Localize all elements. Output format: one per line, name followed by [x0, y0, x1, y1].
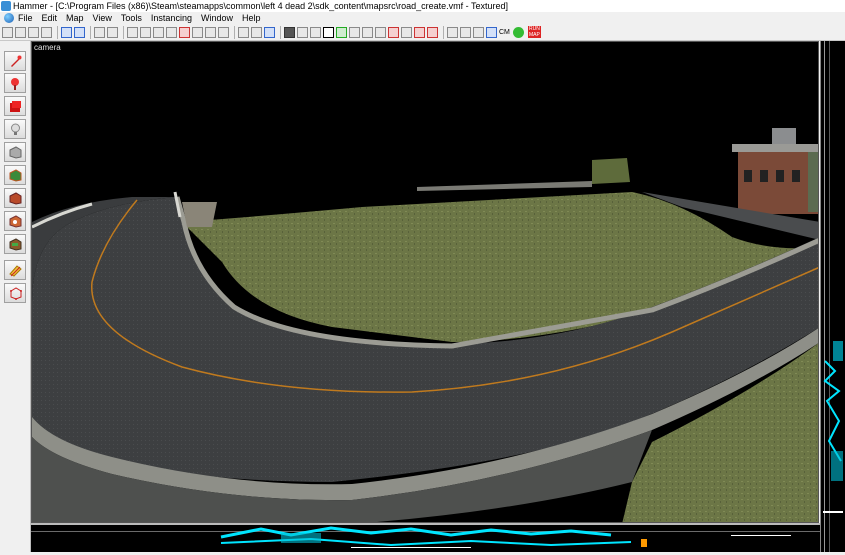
entity-report-icon[interactable]: [447, 26, 458, 38]
toggle-light-preview-icon[interactable]: [427, 26, 438, 38]
document-globe-icon[interactable]: [4, 13, 14, 23]
right-2d-view[interactable]: [820, 41, 845, 552]
overlay-tool-button[interactable]: [4, 234, 26, 254]
toolbar-separator: [57, 25, 58, 39]
decal-cube-icon: [9, 215, 22, 228]
hide-icon[interactable]: [153, 26, 164, 38]
bottom-wireframe: [31, 526, 820, 548]
texture-scale-lock-icon[interactable]: [192, 26, 203, 38]
entity-tool-button[interactable]: [4, 119, 26, 139]
vertex-icon: [10, 287, 22, 300]
redo-icon[interactable]: [107, 26, 118, 38]
transform-icon[interactable]: [486, 26, 497, 38]
ungroup-icon[interactable]: [140, 26, 151, 38]
menu-file[interactable]: File: [18, 13, 33, 23]
camera-tool-button[interactable]: [4, 96, 26, 116]
toggle-select-by-handles-icon[interactable]: [323, 26, 334, 38]
magnify-icon: [11, 78, 19, 90]
toggle-model-fade-icon[interactable]: [284, 26, 295, 38]
menu-tools[interactable]: Tools: [121, 13, 142, 23]
ignore-groups-icon[interactable]: [362, 26, 373, 38]
menu-bar: File Edit Map View Tools Instancing Wind…: [0, 12, 845, 24]
toggle-texture-icon[interactable]: [388, 26, 399, 38]
overlay-cube-icon: [9, 238, 22, 251]
cut-icon[interactable]: [238, 26, 249, 38]
right-wireframe: [823, 41, 843, 552]
grid-3d-icon[interactable]: [41, 26, 52, 38]
grid-icon[interactable]: [2, 26, 13, 38]
carve-icon[interactable]: [205, 26, 216, 38]
check-map-icon[interactable]: [460, 26, 471, 38]
toggle-cordon-icon[interactable]: [336, 26, 347, 38]
map-properties-icon[interactable]: [473, 26, 484, 38]
menu-window[interactable]: Window: [201, 13, 233, 23]
main-toolbar: CM RUN MAP: [0, 24, 845, 41]
texture-cube-icon: [9, 169, 22, 182]
cubemap-button[interactable]: CM: [499, 29, 510, 36]
flip-icon[interactable]: [375, 26, 386, 38]
menu-view[interactable]: View: [93, 13, 112, 23]
grid-smaller-icon[interactable]: [15, 26, 26, 38]
tie-to-entity-icon[interactable]: [166, 26, 177, 38]
toolbar-separator: [443, 25, 444, 39]
menu-map[interactable]: Map: [66, 13, 84, 23]
toggle-2d-models-icon[interactable]: [310, 26, 321, 38]
viewport-label[interactable]: camera: [34, 43, 61, 52]
stone-pad: [182, 202, 217, 227]
copy-icon[interactable]: [251, 26, 262, 38]
toggle-helpers-icon[interactable]: [297, 26, 308, 38]
run-map-button[interactable]: RUN MAP: [527, 26, 541, 38]
vertex-tool-button[interactable]: [4, 283, 26, 303]
texture-tool-button[interactable]: [4, 165, 26, 185]
leaf-compile-icon[interactable]: [512, 26, 524, 38]
toolbar-separator: [90, 25, 91, 39]
apply-texture-tool-button[interactable]: [4, 188, 26, 208]
group-icon[interactable]: [127, 26, 138, 38]
decal-tool-button[interactable]: [4, 211, 26, 231]
menu-edit[interactable]: Edit: [42, 13, 58, 23]
bottom-2d-view[interactable]: [31, 523, 820, 552]
selection-pointer-icon: [11, 55, 22, 67]
load-window-state-icon[interactable]: [61, 26, 72, 38]
block-cube-icon: [9, 146, 22, 159]
paste-icon[interactable]: [264, 26, 275, 38]
grid-larger-icon[interactable]: [28, 26, 39, 38]
menu-help[interactable]: Help: [242, 13, 261, 23]
texture-lock-icon[interactable]: [179, 26, 190, 38]
camera-icon: [10, 101, 21, 112]
distant-road: [417, 181, 592, 191]
clipping-tool-button[interactable]: [4, 260, 26, 280]
toolbar-separator: [234, 25, 235, 39]
undo-icon[interactable]: [94, 26, 105, 38]
window-title: Hammer - [C:\Program Files (x86)\Steam\s…: [13, 1, 509, 11]
entity-lightbulb-icon: [11, 123, 20, 135]
apply-texture-cube-icon: [9, 192, 22, 205]
clipping-icon: [9, 265, 22, 277]
show-connections-icon[interactable]: [401, 26, 412, 38]
camera-3d-viewport[interactable]: camera: [31, 41, 819, 523]
toolbar-separator: [280, 25, 281, 39]
toolbar-separator: [123, 25, 124, 39]
block-tool-button[interactable]: [4, 142, 26, 162]
hammer-app-icon: [1, 1, 11, 11]
hollow-icon[interactable]: [218, 26, 229, 38]
toggle-auto-select-icon[interactable]: [349, 26, 360, 38]
toggle-occlusion-icon[interactable]: [414, 26, 425, 38]
title-bar: Hammer - [C:\Program Files (x86)\Steam\s…: [0, 0, 845, 12]
menu-instancing[interactable]: Instancing: [151, 13, 192, 23]
magnify-tool-button[interactable]: [4, 73, 26, 93]
brick-building: [732, 128, 818, 214]
textured-scene: [32, 128, 818, 522]
tool-palette: [0, 41, 31, 552]
save-window-state-icon[interactable]: [74, 26, 85, 38]
distant-grass-block: [592, 158, 630, 184]
selection-tool-button[interactable]: [4, 51, 26, 71]
